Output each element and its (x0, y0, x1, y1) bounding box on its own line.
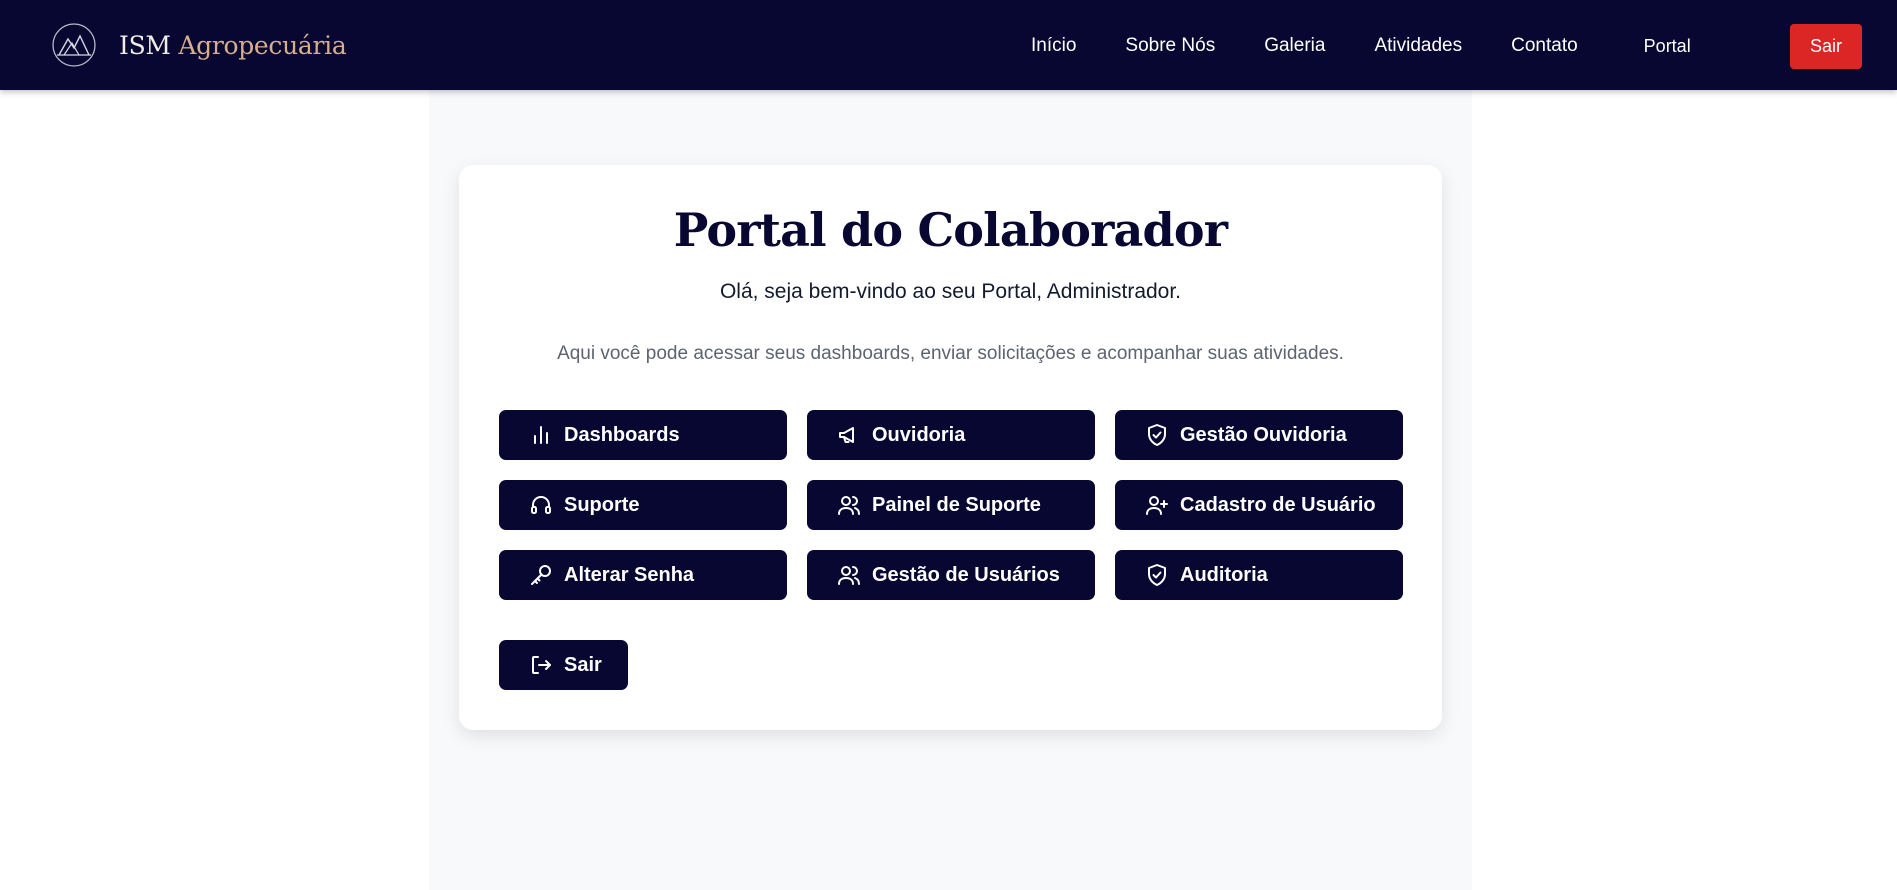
log-out-icon (532, 656, 551, 674)
auditoria-label: Auditoria (1180, 563, 1268, 586)
main-nav: Início Sobre Nós Galeria Atividades Cont… (1031, 30, 1691, 62)
gestao-ouvidoria-button[interactable]: Gestão Ouvidoria (1115, 410, 1403, 460)
gestao-usuarios-button[interactable]: Gestão de Usuários (807, 550, 1095, 600)
header-logout-button[interactable]: Sair (1790, 24, 1862, 69)
ouvidoria-label: Ouvidoria (872, 423, 966, 446)
cadastro-usuario-button[interactable]: Cadastro de Usuário (1115, 480, 1403, 530)
shield-check-icon (1148, 564, 1166, 586)
painel-suporte-label: Painel de Suporte (872, 493, 1041, 516)
portal-description: Aqui você pode acessar seus dashboards, … (557, 343, 1344, 364)
brand[interactable]: ISM Agropecuária (49, 22, 347, 68)
painel-suporte-button[interactable]: Painel de Suporte (807, 480, 1095, 530)
sair-label: Sair (564, 653, 602, 676)
users-icon (838, 566, 860, 585)
brand-name: ISM Agropecuária (119, 30, 347, 60)
suporte-label: Suporte (564, 493, 640, 516)
alterar-senha-label: Alterar Senha (564, 563, 695, 586)
page-title: Portal do Colaborador (673, 203, 1228, 257)
dashboards-label: Dashboards (564, 423, 680, 446)
alterar-senha-button[interactable]: Alterar Senha (499, 550, 787, 600)
brand-suffix: Agropecuária (178, 30, 347, 60)
auditoria-button[interactable]: Auditoria (1115, 550, 1403, 600)
mountain-logo-icon (52, 23, 96, 67)
gestao-ouvidoria-label: Gestão Ouvidoria (1180, 423, 1347, 446)
bar-chart-icon (534, 426, 548, 444)
shield-check-icon (1148, 424, 1166, 446)
nav-inicio[interactable]: Início (1031, 35, 1076, 57)
brand-prefix: ISM (119, 30, 171, 60)
users-icon (838, 496, 860, 515)
nav-contato[interactable]: Contato (1511, 35, 1578, 57)
suporte-button[interactable]: Suporte (499, 480, 787, 530)
user-plus-icon (1146, 496, 1168, 515)
headset-icon (531, 496, 551, 514)
cadastro-usuario-label: Cadastro de Usuário (1180, 493, 1376, 516)
top-navbar: ISM Agropecuária Início Sobre Nós Galeri… (0, 0, 1897, 90)
megaphone-icon (839, 427, 854, 443)
key-icon (531, 565, 551, 585)
sair-button[interactable]: Sair (499, 640, 628, 690)
nav-portal[interactable]: Portal (1644, 36, 1691, 57)
nav-atividades[interactable]: Atividades (1374, 35, 1462, 57)
dashboards-button[interactable]: Dashboards (499, 410, 787, 460)
ouvidoria-button[interactable]: Ouvidoria (807, 410, 1095, 460)
portal-card: Portal do Colaborador Olá, seja bem-vind… (459, 165, 1442, 730)
nav-sobre-nos[interactable]: Sobre Nós (1125, 35, 1215, 57)
welcome-message: Olá, seja bem-vindo ao seu Portal, Admin… (719, 280, 1182, 303)
gestao-usuarios-label: Gestão de Usuários (872, 563, 1060, 586)
nav-galeria[interactable]: Galeria (1264, 35, 1325, 57)
